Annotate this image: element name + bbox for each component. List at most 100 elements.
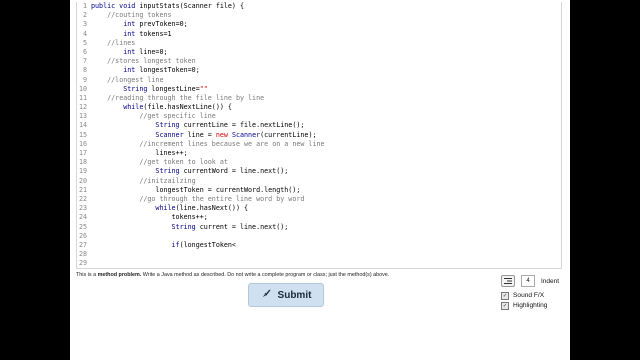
line-number: 28 — [78, 250, 87, 259]
highlighting-label: Highlighting — [513, 302, 548, 309]
code-text: //lines — [91, 39, 135, 48]
code-text: int longestToken=0; — [91, 66, 200, 75]
code-line[interactable]: 3 int prevToken=0; — [77, 20, 561, 29]
code-token: currentLine = file.nextLine(); — [183, 121, 305, 130]
code-line[interactable]: 22 //go through the entire line word by … — [77, 195, 561, 204]
code-text: while(line.hasNext()) { — [91, 204, 248, 213]
code-line[interactable]: 8 int longestToken=0; — [77, 66, 561, 75]
code-keyword: int — [123, 47, 140, 56]
highlighting-checkbox[interactable]: ✓ — [501, 301, 509, 310]
code-line[interactable]: 28 — [77, 250, 561, 259]
code-token: current = line.next(); — [199, 222, 289, 231]
code-text: public void inputStats(Scanner file) { — [91, 2, 244, 11]
code-line[interactable]: 4 int tokens=1 — [77, 30, 561, 39]
code-text: //go through the entire line word by wor… — [91, 195, 304, 204]
line-number: 12 — [78, 103, 87, 112]
code-text: Scanner line = new Scanner(currentLine); — [91, 130, 316, 140]
line-number: 10 — [78, 84, 87, 93]
code-token: prevToken= — [139, 20, 180, 29]
code-line[interactable]: 7 //stores longest token — [77, 57, 561, 66]
problem-note: This is a method problem. Write a Java m… — [76, 272, 476, 278]
sound-fx-checkbox[interactable]: ✓ — [501, 291, 509, 300]
code-text: //couting tokens — [91, 11, 171, 20]
code-line[interactable]: 5 //lines — [77, 39, 561, 48]
code-token: tokens++; — [91, 213, 208, 222]
code-text: String currentWord = line.next(); — [91, 167, 288, 176]
indent-input[interactable]: 4 — [521, 275, 535, 287]
code-line[interactable]: 2 //couting tokens — [77, 11, 561, 20]
code-line[interactable]: 1 public void inputStats(Scanner file) { — [77, 2, 561, 11]
code-line[interactable]: 9 //longest line — [77, 76, 561, 85]
code-keyword: if — [171, 240, 180, 249]
code-line[interactable]: 12 while(file.hasNextLine()) { — [77, 103, 561, 112]
code-line[interactable]: 23 while(line.hasNext()) { — [77, 204, 561, 213]
code-line[interactable]: 14 String currentLine = file.nextLine(); — [77, 121, 561, 130]
code-line[interactable]: 16 //increment lines because we are on a… — [77, 140, 561, 149]
code-line[interactable]: 26 — [77, 232, 561, 241]
code-text: while(file.hasNextLine()) { — [91, 103, 232, 112]
code-comment: //go through the entire line word by wor… — [139, 194, 305, 203]
code-line[interactable]: 6 int line=0; — [77, 48, 561, 57]
sound-fx-option[interactable]: ✓ Sound F/X — [501, 291, 544, 300]
problem-note-suffix: Write a Java method as described. Do not… — [141, 272, 390, 278]
code-line[interactable]: 20 //initzailzing — [77, 177, 561, 186]
line-number: 21 — [78, 185, 87, 194]
code-line[interactable]: 13 //get specific line — [77, 112, 561, 121]
code-keyword: int — [123, 66, 140, 75]
rocket-icon — [261, 288, 272, 302]
line-number: 4 — [82, 29, 87, 38]
line-number: 19 — [78, 167, 87, 176]
code-comment: //get specific line — [139, 112, 216, 121]
line-number: 25 — [78, 222, 87, 231]
code-line[interactable]: 29 — [77, 259, 561, 268]
code-keyword: while — [123, 103, 144, 112]
code-line[interactable]: 27 if(longestToken< — [77, 241, 561, 250]
code-line[interactable]: 10 String longestLine="" — [77, 85, 561, 94]
code-line[interactable]: 17 lines++; — [77, 149, 561, 158]
code-token: line = — [187, 130, 216, 139]
code-keyword: Scanner — [155, 130, 188, 139]
code-token: ; — [183, 20, 188, 29]
code-token: (line.hasNext()) { — [175, 204, 249, 213]
code-text: String longestLine="" — [91, 85, 208, 94]
code-token: tokens=1 — [139, 29, 172, 38]
code-line[interactable]: 25 String current = line.next(); — [77, 223, 561, 232]
code-line[interactable]: 19 String currentWord = line.next(); — [77, 167, 561, 176]
code-keyword: while — [155, 204, 176, 213]
submit-button[interactable]: Submit — [248, 283, 324, 307]
indent-icon[interactable] — [501, 275, 515, 287]
code-token: longestToken=0; — [139, 66, 200, 75]
code-line[interactable]: 24 tokens++; — [77, 213, 561, 222]
line-number: 16 — [78, 139, 87, 148]
line-number: 14 — [78, 121, 87, 130]
line-number: 22 — [78, 194, 87, 203]
code-line[interactable]: 15 Scanner line = new Scanner(currentLin… — [77, 131, 561, 140]
code-line[interactable]: 11 //reading through the file line by li… — [77, 94, 561, 103]
code-token: longestLine= — [151, 84, 200, 93]
code-token: (longestToken< — [179, 240, 236, 249]
line-number: 20 — [78, 176, 87, 185]
highlighting-option[interactable]: ✓ Highlighting — [501, 301, 547, 310]
code-text: String current = line.next(); — [91, 222, 289, 232]
code-text: //stores longest token — [91, 57, 196, 66]
code-line[interactable]: 18 //get token to look at — [77, 158, 561, 167]
line-number: 7 — [82, 57, 87, 66]
problem-note-prefix: This is a — [76, 272, 98, 278]
code-keyword: new — [215, 130, 232, 139]
code-text: //longest line — [91, 76, 163, 85]
code-editor[interactable]: 1 public void inputStats(Scanner file) {2… — [76, 2, 562, 269]
code-line[interactable]: 21 longestToken = currentWord.length(); — [77, 186, 561, 195]
indent-control: 4 Indent — [501, 275, 559, 287]
line-number: 8 — [82, 66, 87, 75]
